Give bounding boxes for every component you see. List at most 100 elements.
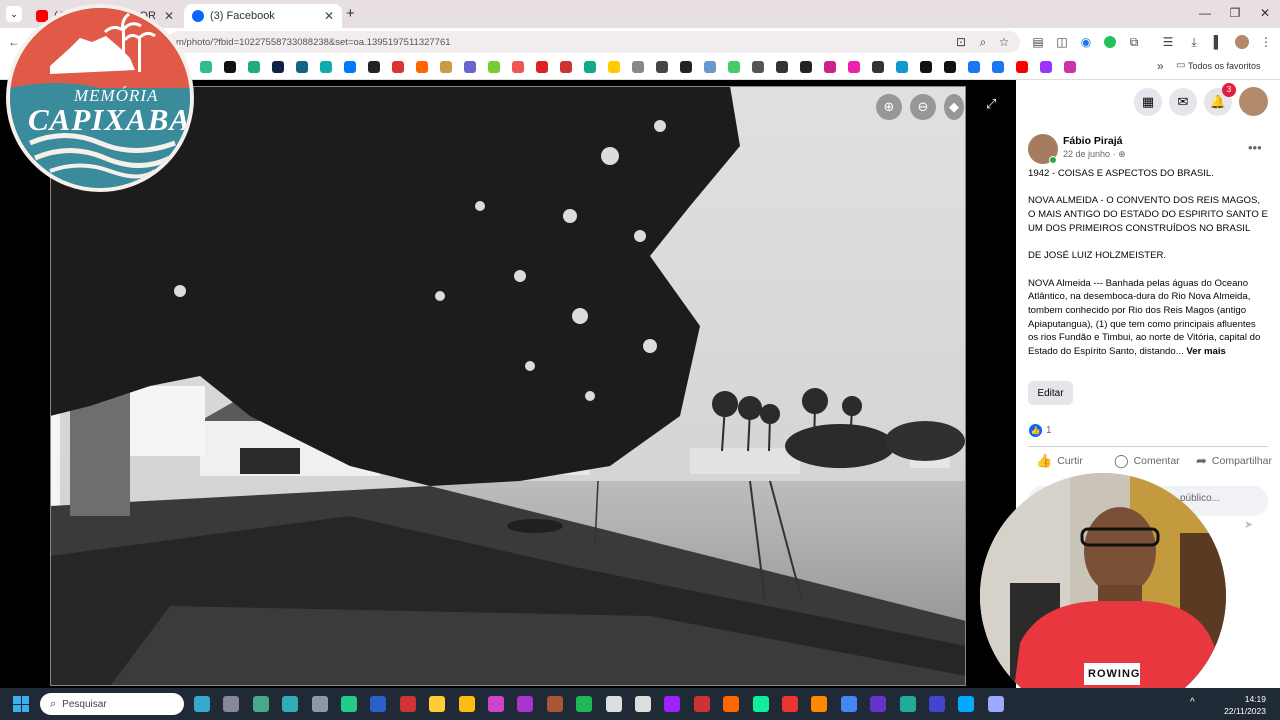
taskbar-app-icon[interactable] <box>194 696 210 712</box>
bookmark-icon[interactable] <box>896 61 908 73</box>
taskbar-app-icon[interactable] <box>399 696 416 712</box>
taskbar-app-icon[interactable] <box>635 696 651 712</box>
extension-icon[interactable]: ◉ <box>1078 34 1094 50</box>
comment-button[interactable]: ◯ Comentar <box>1114 453 1180 469</box>
bookmark-icon[interactable] <box>752 61 764 73</box>
restore-icon[interactable]: ❐ <box>1220 6 1250 20</box>
taskbar-app-icon[interactable] <box>605 696 622 712</box>
taskbar-app-icon[interactable] <box>429 696 446 712</box>
taskbar-app-icon[interactable] <box>252 696 269 712</box>
zoom-icon[interactable]: ⌕ <box>975 34 991 50</box>
puzzle-icon[interactable]: ⧉ <box>1126 34 1142 50</box>
tag-icon[interactable]: ◆ <box>944 94 964 120</box>
edit-button[interactable]: Editar <box>1028 381 1073 405</box>
author-name[interactable]: Fábio Pirajá <box>1063 135 1123 147</box>
bookmark-icon[interactable] <box>416 61 428 73</box>
taskbar-app-icon[interactable] <box>899 696 916 712</box>
send-icon[interactable]: ➤ <box>1244 518 1253 531</box>
bookmark-icon[interactable] <box>824 61 836 73</box>
taskbar-search[interactable]: ⌕ Pesquisar <box>40 693 184 715</box>
bookmark-icon[interactable] <box>680 61 692 73</box>
taskbar-app-icon[interactable] <box>576 696 593 712</box>
bookmark-icon[interactable] <box>440 61 452 73</box>
bookmark-icon[interactable] <box>848 61 860 73</box>
all-favorites-folder[interactable]: Todos os favoritos <box>1188 61 1261 71</box>
like-button[interactable]: 👍 Curtir <box>1036 453 1083 469</box>
post-date[interactable]: 22 de junho · ⊕ <box>1063 149 1126 160</box>
bookmark-icon[interactable] <box>392 61 404 73</box>
bookmark-icon[interactable] <box>536 61 548 73</box>
star-icon[interactable]: ☆ <box>996 34 1012 50</box>
bookmark-icon[interactable] <box>632 61 644 73</box>
start-button-icon[interactable] <box>13 696 29 712</box>
taskbar-app-icon[interactable] <box>664 696 681 712</box>
menu-icon[interactable]: ⋮ <box>1258 34 1274 50</box>
taskbar-app-icon[interactable] <box>223 696 240 712</box>
taskbar-app-icon[interactable] <box>370 696 387 712</box>
taskbar-app-icon[interactable] <box>517 696 534 712</box>
extension-icon[interactable] <box>1104 36 1116 48</box>
bookmark-icon[interactable] <box>968 61 980 73</box>
taskbar-app-icon[interactable] <box>752 696 769 712</box>
taskbar-app-icon[interactable] <box>840 696 857 712</box>
menu-grid-icon[interactable]: ▦ <box>1134 88 1162 116</box>
extension-icon[interactable]: ◫ <box>1054 34 1070 50</box>
taskbar-app-icon[interactable] <box>782 696 798 712</box>
taskbar-app-icon[interactable] <box>488 696 504 712</box>
bookmark-icon[interactable] <box>944 61 956 73</box>
bookmark-icon[interactable] <box>992 61 1004 73</box>
bookmark-icon[interactable] <box>656 61 668 73</box>
zoom-out-icon[interactable]: ⊖ <box>910 94 936 120</box>
extension-icon[interactable]: ▤ <box>1030 34 1046 50</box>
bookmark-icon[interactable] <box>320 61 332 73</box>
taskbar-app-icon[interactable] <box>987 696 1004 712</box>
taskbar-app-icon[interactable] <box>929 696 945 712</box>
reaction-count[interactable]: 1 <box>1046 425 1052 436</box>
messenger-icon[interactable]: ✉ <box>1169 88 1197 116</box>
taskbar-app-icon[interactable] <box>282 696 299 712</box>
more-options-icon[interactable]: ••• <box>1248 140 1262 155</box>
taskbar-app-icon[interactable] <box>870 696 887 712</box>
taskbar-app-icon[interactable] <box>341 696 357 712</box>
taskbar-app-icon[interactable] <box>693 696 710 712</box>
bookmark-icon[interactable] <box>1064 61 1076 73</box>
window-close-icon[interactable]: ✕ <box>1250 6 1280 20</box>
sidepanel-icon[interactable]: ▌ <box>1210 34 1226 50</box>
share-button[interactable]: ➦ Compartilhar <box>1196 453 1272 469</box>
install-app-icon[interactable]: ⊡ <box>953 34 969 50</box>
bookmark-icon[interactable] <box>488 61 500 73</box>
user-avatar[interactable] <box>1239 87 1268 116</box>
minimize-icon[interactable]: — <box>1190 6 1220 20</box>
system-clock[interactable]: 14:19 22/11/2023 <box>1216 693 1266 717</box>
fullscreen-icon[interactable]: ⤢ <box>986 96 996 112</box>
taskbar-app-icon[interactable] <box>958 696 975 712</box>
bookmark-icon[interactable] <box>200 61 212 73</box>
bookmark-icon[interactable] <box>272 61 284 73</box>
bookmark-icon[interactable] <box>1016 61 1028 73</box>
bookmark-icon[interactable] <box>296 61 308 73</box>
new-tab-button[interactable]: + <box>346 5 355 22</box>
download-icon[interactable]: ⤓ <box>1186 34 1202 50</box>
tab-facebook[interactable]: (3) Facebook ✕ <box>184 4 342 28</box>
close-icon[interactable]: ✕ <box>164 9 174 23</box>
bookmark-icon[interactable] <box>608 61 620 73</box>
more-bookmarks-icon[interactable]: » <box>1157 59 1164 73</box>
bookmark-icon[interactable] <box>920 61 932 73</box>
bookmark-icon[interactable] <box>704 61 716 73</box>
close-icon[interactable]: ✕ <box>324 9 334 23</box>
taskbar-app-icon[interactable] <box>458 696 475 712</box>
profile-avatar[interactable] <box>1235 35 1249 49</box>
bookmark-icon[interactable] <box>368 61 380 73</box>
taskbar-app-icon[interactable] <box>723 696 740 712</box>
bookmark-icon[interactable] <box>584 61 596 73</box>
bookmark-icon[interactable] <box>512 61 524 73</box>
bookmark-icon[interactable] <box>728 61 740 73</box>
bookmark-icon[interactable] <box>776 61 788 73</box>
reading-list-icon[interactable]: ☰ <box>1160 34 1176 50</box>
taskbar-app-icon[interactable] <box>546 696 563 712</box>
bookmark-icon[interactable] <box>344 61 356 73</box>
bookmark-icon[interactable] <box>1040 61 1052 73</box>
bookmark-icon[interactable] <box>872 61 884 73</box>
bookmark-icon[interactable] <box>248 61 260 73</box>
tray-chevron-icon[interactable]: ^ <box>1190 697 1195 708</box>
